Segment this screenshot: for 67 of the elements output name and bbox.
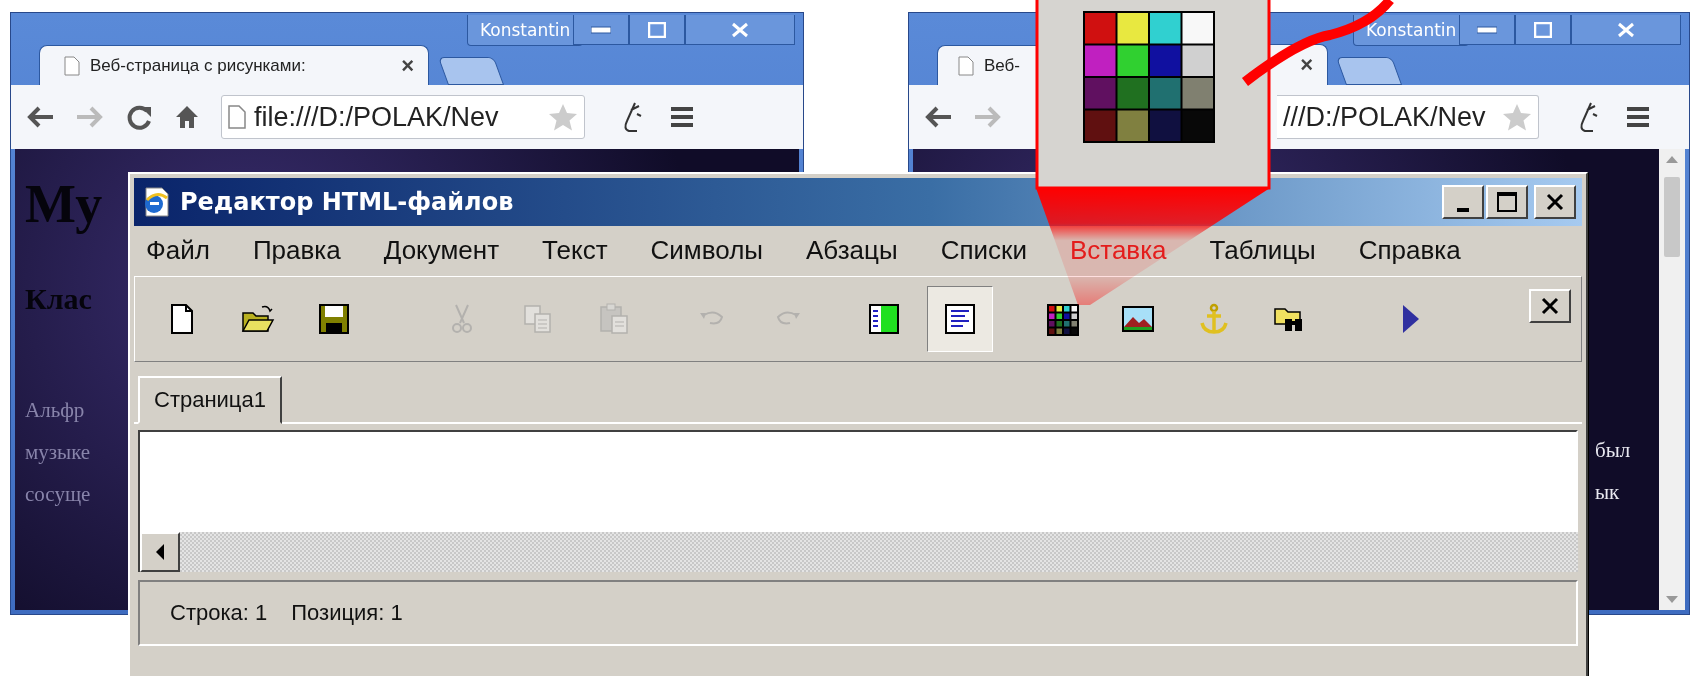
page-text: сосуще	[25, 481, 92, 508]
browser-tab[interactable]: Веб-	[937, 45, 1037, 85]
maximize-icon	[648, 21, 666, 38]
horizontal-scrollbar[interactable]	[138, 532, 1578, 572]
toolbar-button[interactable]	[927, 286, 993, 352]
page-heading: Му	[25, 173, 103, 236]
tab-title: Веб-	[984, 55, 1020, 76]
back-arrow-icon[interactable]	[25, 105, 55, 129]
maximize-button[interactable]	[1515, 15, 1571, 45]
maximize-button[interactable]	[629, 15, 685, 45]
color-grid-icon	[1083, 11, 1215, 143]
menu-item[interactable]: Таблицы	[1209, 232, 1316, 268]
close-button[interactable]	[1571, 15, 1681, 45]
star-icon[interactable]	[548, 102, 578, 132]
scroll-thumb[interactable]	[1664, 177, 1680, 257]
scroll-left-button[interactable]	[140, 532, 180, 572]
tab-title: Веб-страница с рисунками:	[90, 55, 306, 76]
star-icon[interactable]	[1502, 102, 1532, 132]
text-document-icon	[942, 301, 978, 337]
tab-close-button[interactable]: ×	[1300, 52, 1313, 78]
menu-item[interactable]: Правка	[252, 232, 341, 268]
page-text: ык	[1595, 479, 1621, 506]
document-tab[interactable]: Страница1	[138, 376, 282, 424]
page-text: музыке	[25, 439, 92, 466]
page-subheading: Клас	[25, 281, 93, 317]
maximize-icon	[1496, 191, 1518, 213]
page-text: был	[1595, 437, 1631, 464]
minimize-button[interactable]	[573, 15, 629, 45]
vertical-scrollbar[interactable]	[1659, 149, 1685, 610]
address-text: file:///D:/POLAK/Nev	[254, 101, 499, 133]
browser-tab[interactable]: Веб-страница с рисунками: ×	[39, 45, 429, 85]
maximize-icon	[1534, 21, 1552, 38]
close-icon	[731, 21, 749, 38]
menu-item[interactable]: Справка	[1358, 232, 1461, 268]
page-icon	[64, 55, 80, 76]
left-triangle-icon	[155, 544, 165, 560]
close-button[interactable]	[685, 15, 795, 45]
text-editor-area[interactable]	[138, 430, 1578, 532]
minimize-icon	[1457, 208, 1469, 212]
minimize-icon	[591, 25, 611, 34]
menu-item[interactable]: Списки	[940, 232, 1027, 268]
color-grid-icon	[1044, 301, 1080, 337]
close-icon	[1617, 21, 1635, 38]
minimize-button[interactable]	[1459, 15, 1515, 45]
address-field[interactable]: file:///D:/POLAK/Nev	[221, 95, 585, 139]
split-view-icon	[866, 301, 902, 337]
page-text: Альфр	[25, 397, 86, 424]
menu-item[interactable]: Файл	[146, 232, 210, 268]
menu-item[interactable]: Текст	[542, 232, 608, 268]
back-arrow-icon[interactable]	[923, 105, 953, 129]
address-field[interactable]: ///D:/POLAK/Nev	[1277, 95, 1539, 139]
minimize-icon	[1477, 25, 1497, 34]
page-icon	[958, 55, 974, 76]
menu-item[interactable]: Документ	[383, 232, 500, 268]
page-icon	[228, 105, 246, 129]
menu-item[interactable]: Абзацы	[806, 232, 898, 268]
window-title: Редактор HTML-файлов	[180, 188, 514, 216]
close-icon	[1545, 193, 1565, 211]
status-text: Строка: 1	[170, 600, 268, 626]
tab-close-button[interactable]: ×	[401, 52, 414, 79]
status-text: Позиция: 1	[291, 600, 403, 626]
reload-icon[interactable]	[125, 103, 153, 131]
menu-icon[interactable]	[1625, 105, 1651, 129]
menu-item[interactable]: Символы	[650, 232, 763, 268]
menu-icon[interactable]	[669, 105, 695, 129]
close-icon	[1540, 297, 1560, 315]
address-text: ///D:/POLAK/Nev	[1283, 101, 1486, 133]
